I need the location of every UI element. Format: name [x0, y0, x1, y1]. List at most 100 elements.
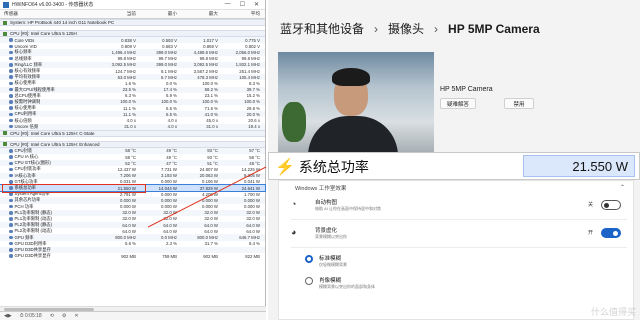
minimize-icon[interactable]: — — [225, 1, 231, 8]
radio-portrait-blur[interactable] — [305, 277, 313, 285]
value-min: 399.0 MHz — [156, 49, 177, 55]
sensor-row[interactable]: 核心有效频率 124.7 MHz 8.1 MHz 3,587.2 MHz 251.4 M… — [0, 68, 265, 74]
sensor-row[interactable]: 核心使用率 1.6 % 0.0 % 100.0 % 8.3 % — [0, 80, 265, 86]
value-max: 3,587.2 MHz — [193, 68, 218, 74]
value-current: 63.0 MHz — [117, 74, 136, 80]
sensor-row[interactable]: IA核心功率 7.206 W 3.193 W 20.063 W 9.305 W — [0, 172, 265, 179]
breadcrumb-bluetooth[interactable]: 蓝牙和其他设备 — [280, 20, 364, 37]
sensor-section-header[interactable]: System: HP ProBook 440 14 inch G11 Noteb… — [0, 19, 265, 26]
sensor-row[interactable]: 其余芯片功率 0.000 W 0.000 W 0.000 W 0.000 W — [0, 197, 265, 204]
sensor-row[interactable]: CPU封装功率 12.437 W 7.731 W 24.807 W 14.225 W — [0, 166, 265, 172]
col-sensor[interactable]: 传感器 — [0, 11, 98, 17]
sensor-name: PL2功率限制 (静态) — [0, 222, 98, 228]
value-avg: 0.775 V — [245, 37, 260, 43]
sensor-name: Ring/LLC 频率 — [0, 62, 98, 68]
value-current: 7.206 W — [119, 173, 136, 179]
exit-icon[interactable]: ✕ — [74, 313, 78, 319]
sensor-row[interactable]: GPU D3D共享显存 902 MB 759 MB 902 MB 822 MB — [0, 253, 265, 259]
sensor-table-header: 传感器 当前 最小 最大 平均 — [0, 10, 265, 19]
sensor-row[interactable]: Ring/LLC 频率 3,092.5 MHz 399.0 MHz 3,092.5 M… — [0, 61, 265, 68]
sensor-row[interactable]: CPU利用率 11.1 % 6.5 % 41.0 % 20.0 % — [0, 111, 265, 118]
background-blur-toggle[interactable] — [601, 228, 621, 238]
sensor-row[interactable]: Uncore VID 0.809 V 0.683 V 0.869 V 0.802 V — [0, 43, 265, 49]
sensor-name-text: 总线频率 — [14, 55, 32, 61]
sensor-table-body: System: HP ProBook 440 14 inch G11 Noteb… — [0, 19, 266, 259]
col-max[interactable]: 最大 — [180, 11, 221, 17]
sensor-row[interactable]: PL2功率限制 (静态) 64.0 W 64.0 W 64.0 W 64.0 W — [0, 222, 265, 229]
sensor-name: CPU封装 — [0, 148, 98, 154]
sensor-row[interactable]: 平均有效频率 63.0 MHz 6.7 MHz 478.3 MHz 105.4 MHz — [0, 74, 265, 81]
sensor-name-text: CPU IA 核心 — [14, 154, 39, 160]
value-max: 45.0 x — [206, 118, 218, 124]
value-current: 1.6 % — [125, 80, 136, 86]
sensor-row[interactable]: 按需时钟调制 100.0 % 100.0 % 100.0 % 100.0 % — [0, 98, 265, 106]
sensor-name-text: 总CPU使用率 — [14, 92, 41, 98]
auto-framing-toggle[interactable] — [601, 200, 621, 210]
sensor-section-header[interactable]: CPU [#0]: Intel Core Ultra 5 125H — [0, 30, 265, 37]
troubleshoot-button[interactable]: 疑难解答 — [440, 98, 476, 109]
value-avg: 9.305 W — [243, 173, 260, 179]
sensor-section-header[interactable]: CPU [#0]: Intel Core Ultra 5 125H: Enhan… — [0, 140, 265, 148]
hwinfo-statusbar: ◀▶ ⏱ 0:05:18 ⟲ ⚙ ✕ — [0, 311, 266, 320]
sensor-row[interactable]: 总CPU使用率 6.3 % 5.9 % 23.1 % 15.2 % — [0, 93, 265, 99]
sensor-row[interactable]: 核心倍频 4.0 x 4.0 x 45.0 x 20.6 x — [0, 117, 265, 123]
breadcrumb-camera[interactable]: 摄像头 — [388, 20, 424, 37]
sensor-row[interactable]: PL1功率限制 (动态) 32.0 W 32.0 W 32.0 W 32.0 W — [0, 216, 265, 222]
radio-standard-blur[interactable] — [305, 255, 313, 263]
value-current: 32.0 W — [122, 210, 136, 216]
sensor-row[interactable]: PL1功率限制 (静态) 32.0 W 32.0 W 32.0 W 32.0 W — [0, 209, 265, 216]
settings-icon[interactable]: ⚙ — [62, 313, 66, 319]
nav-arrows-icon[interactable]: ◀▶ — [4, 313, 12, 319]
sensor-row[interactable]: 最大CPU/线程使用率 23.5 % 17.4 % 58.2 % 39.7 % — [0, 86, 265, 93]
sensor-section-header[interactable]: CPU [#0]: Intel Core Ultra 5 125H: C-Sta… — [0, 129, 265, 137]
value-min: 7.731 W — [160, 166, 177, 172]
disable-button[interactable]: 禁用 — [504, 98, 534, 109]
value-avg: 99.8 MHz — [241, 56, 260, 62]
value-avg: 20.6 x — [248, 118, 260, 124]
chevron-up-icon[interactable]: ⌃ — [620, 184, 625, 191]
value-min: 64.0 W — [163, 222, 177, 228]
value-current: 1,496.4 MHz — [111, 49, 136, 55]
reset-icon[interactable]: ⟲ — [50, 313, 54, 319]
sensor-row[interactable]: CPU封装 58 °C 49 °C 93 °C 57 °C — [0, 147, 265, 154]
sensor-name-text: PL2功率限制 (静态) — [14, 222, 52, 228]
value-avg: 8.3 % — [249, 80, 260, 86]
sensor-row[interactable]: Uncore 倍频 31.0 x 4.0 x 31.0 x 19.4 x — [0, 123, 265, 130]
value-min: 0.593 V — [162, 37, 177, 43]
col-min[interactable]: 最小 — [139, 11, 180, 17]
auto-framing-icon: ◔ — [291, 199, 297, 209]
sensor-bullet-icon — [9, 173, 13, 178]
col-current[interactable]: 当前 — [98, 11, 139, 17]
sensor-row[interactable]: 总线频率 99.8 MHz 99.7 MHz 99.8 MHz 99.8 MHz — [0, 56, 265, 62]
value-min: 6.7 MHz — [161, 74, 177, 80]
sensor-bullet-icon — [9, 56, 13, 61]
sensor-row[interactable]: CPU GT核心(图形) 52 °C 47 °C 51 °C 48 °C — [0, 160, 265, 167]
sensor-name: Uncore 倍频 — [0, 124, 98, 130]
sensor-name: 核心有效频率 — [0, 68, 98, 74]
sensor-row[interactable]: 核心使用率 11.1 % 6.5 % 71.6 % 29.8 % — [0, 105, 265, 111]
maximize-icon[interactable]: ☐ — [240, 1, 245, 8]
close-icon[interactable]: ✕ — [254, 1, 259, 8]
col-avg[interactable]: 平均 — [221, 11, 263, 17]
sensor-row[interactable]: PCH 功率 0.000 W 0.000 W 0.000 W 0.000 W — [0, 204, 265, 210]
value-avg: 251.4 MHz — [239, 68, 260, 74]
sensor-bullet-icon — [9, 44, 13, 49]
sensor-bullet-icon — [9, 241, 13, 246]
value-min: 32.0 W — [163, 216, 177, 222]
chip-icon — [3, 142, 7, 147]
sensor-bullet-icon — [9, 167, 13, 172]
section-title: CPU [#0]: Intel Core Ultra 5 125H: Enhan… — [10, 141, 100, 147]
sensor-row[interactable]: Core VIDs 0.838 V 0.593 V 1.017 V 0.775 V — [0, 37, 265, 44]
sensor-name-text: CPU GT核心(图形) — [14, 160, 51, 166]
sensor-bullet-icon — [9, 155, 13, 159]
sensor-row[interactable]: GPU D3D利用率 5.6 % 2.3 % 31.7 % 8.4 % — [0, 241, 265, 247]
sensor-row[interactable]: PL2功率限制 (动态) 64.0 W 64.0 W 64.0 W 64.0 W — [0, 228, 265, 234]
sensor-row[interactable]: CPU IA 核心 58 °C 49 °C 93 °C 58 °C — [0, 154, 265, 160]
hwinfo-titlebar: HWiNFO64 v6.00-3400 - 传感器状态 — ☐ ✕ — [0, 0, 265, 10]
watermark: 什么值得买 — [590, 307, 636, 317]
value-avg: 8.4 % — [249, 241, 260, 247]
value-max: 0.869 V — [203, 43, 218, 49]
sensor-row[interactable]: GPU 频率 800.0 MHz 0.0 MHz 800.0 MHz 646.7 MHz — [0, 234, 265, 241]
sensor-row[interactable]: 核心频率 1,496.4 MHz 399.0 MHz 4,489.6 MHz 2,056… — [0, 49, 265, 56]
sensor-name: IA核心功率 — [0, 173, 98, 179]
